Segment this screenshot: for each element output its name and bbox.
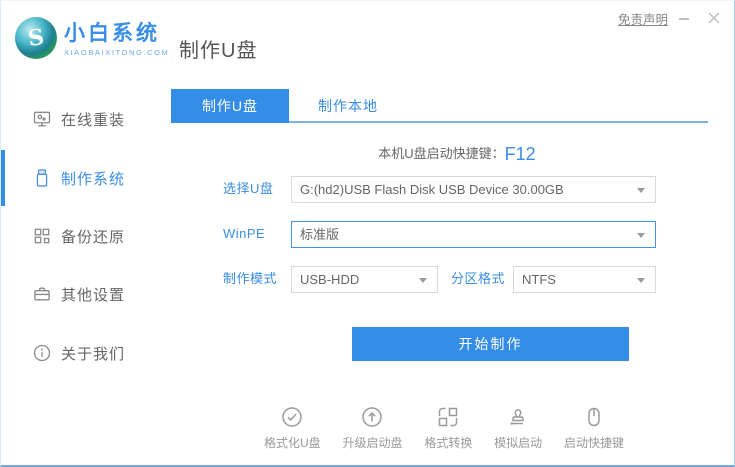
partition-format-value: NTFS: [522, 272, 556, 287]
bottom-toolbar: 格式化U盘 升级启动盘 格式转换 模拟启动 启动快捷键: [264, 405, 624, 451]
format-convert-tool[interactable]: 格式转换: [424, 405, 472, 451]
mouse-icon: [582, 405, 606, 429]
start-make-button[interactable]: 开始制作: [352, 327, 629, 361]
tool-label: 启动快捷键: [563, 436, 624, 450]
info-icon: [32, 343, 52, 363]
chevron-down-icon: [637, 188, 645, 193]
partition-format-dropdown[interactable]: NTFS: [513, 266, 656, 293]
sidebar-item-online-reinstall[interactable]: 在线重装: [1, 91, 171, 147]
app-window: 小白系统 XIAOBAIXITONG.COM 制作U盘 免责声明 在线重装: [0, 0, 735, 467]
sidebar-item-other-settings[interactable]: 其他设置: [1, 266, 171, 322]
monitor-icon: [32, 109, 52, 129]
stamp-icon: [506, 405, 530, 429]
sidebar-item-label: 关于我们: [61, 345, 126, 363]
boot-hotkey-label: 本机U盘启动快捷键：: [378, 146, 505, 161]
minimize-icon: [679, 18, 689, 20]
make-mode-dropdown[interactable]: USB-HDD: [291, 266, 438, 293]
grid-icon: [32, 226, 52, 246]
boot-hotkey-tool[interactable]: 启动快捷键: [564, 405, 624, 451]
winpe-dropdown[interactable]: 标准版: [291, 221, 656, 248]
winpe-value: 标准版: [300, 227, 340, 242]
make-mode-label: 制作模式: [223, 271, 278, 286]
winpe-label: WinPE: [223, 226, 266, 241]
check-circle-icon: [280, 405, 304, 429]
sidebar-item-label: 制作系统: [61, 170, 126, 188]
sidebar-item-label: 在线重装: [61, 111, 126, 129]
close-icon: [708, 12, 720, 24]
chevron-down-icon: [637, 233, 645, 238]
chevron-down-icon: [419, 278, 427, 283]
disclaimer-link[interactable]: 免责声明: [618, 9, 668, 28]
brand-name: 小白系统: [64, 22, 160, 45]
briefcase-icon: [32, 284, 52, 304]
app-logo: [15, 17, 57, 59]
tab-make-usb[interactable]: 制作U盘: [171, 89, 289, 123]
usb-select-dropdown[interactable]: G:(hd2)USB Flash Disk USB Device 30.00GB: [291, 176, 656, 203]
tab-strip: 制作U盘 制作本地: [171, 89, 708, 123]
tab-make-local[interactable]: 制作本地: [289, 89, 407, 123]
sidebar-item-label: 其他设置: [61, 286, 126, 304]
page-title: 制作U盘: [179, 40, 258, 62]
upgrade-boot-disk-tool[interactable]: 升级启动盘: [342, 405, 403, 451]
boot-hotkey-value: F12: [504, 144, 536, 164]
chevron-down-icon: [637, 278, 645, 283]
sidebar-item-make-system[interactable]: 制作系统: [1, 150, 171, 206]
sidebar-item-backup-restore[interactable]: 备份还原: [1, 208, 171, 264]
brand-domain: XIAOBAIXITONG.COM: [64, 48, 170, 57]
minimize-button[interactable]: [673, 7, 695, 29]
tool-label: 格式化U盘: [264, 436, 321, 450]
usb-drive-icon: [32, 168, 52, 188]
arrow-up-circle-icon: [360, 405, 384, 429]
format-usb-tool[interactable]: 格式化U盘: [264, 405, 321, 451]
usb-select-value: G:(hd2)USB Flash Disk USB Device 30.00GB: [300, 182, 564, 197]
tool-label: 模拟启动: [494, 436, 543, 450]
close-button[interactable]: [703, 7, 725, 29]
boot-hotkey-line: 本机U盘启动快捷键：F12: [201, 143, 713, 165]
tool-label: 升级启动盘: [342, 436, 403, 450]
brand-block: 小白系统 XIAOBAIXITONG.COM: [64, 22, 170, 58]
usb-select-label: 选择U盘: [223, 181, 274, 196]
simulate-boot-tool[interactable]: 模拟启动: [494, 405, 542, 451]
partition-format-label: 分区格式: [451, 271, 506, 286]
tool-label: 格式转换: [424, 436, 473, 450]
sidebar-item-about-us[interactable]: 关于我们: [1, 325, 171, 381]
make-mode-value: USB-HDD: [300, 272, 360, 287]
convert-icon: [436, 405, 460, 429]
sidebar-item-label: 备份还原: [61, 228, 126, 246]
